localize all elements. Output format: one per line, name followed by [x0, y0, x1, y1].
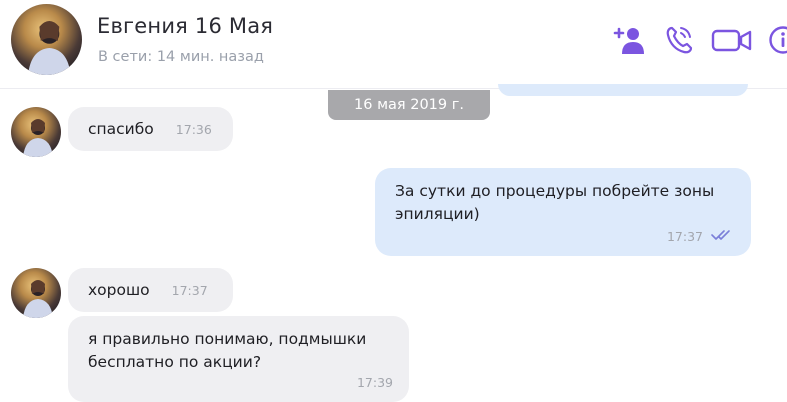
read-receipt-icon — [711, 225, 735, 248]
date-divider: 16 мая 2019 г. — [328, 90, 490, 120]
message-text: За сутки до процедуры побрейте зоны эпил… — [395, 182, 714, 223]
message-time: 17:36 — [176, 122, 212, 137]
message-time: 17:37 — [172, 283, 208, 298]
message-text: хорошо — [88, 281, 150, 299]
contact-name[interactable]: Евгения 16 Мая — [97, 14, 273, 38]
previous-message-bubble — [498, 84, 748, 96]
info-icon[interactable] — [768, 24, 787, 56]
message-bubble[interactable]: За сутки до процедуры побрейте зоны эпил… — [375, 168, 751, 256]
message-text: спасибо — [88, 120, 154, 138]
phone-icon[interactable] — [664, 24, 694, 56]
online-status: В сети: 14 мин. назад — [98, 49, 264, 65]
message-bubble[interactable]: хорошо 17:37 — [68, 268, 233, 312]
message-time: 17:37 — [667, 225, 703, 248]
message-bubble[interactable]: я правильно понимаю, подмышки бесплатно … — [68, 316, 409, 402]
message-meta: 17:37 — [667, 225, 735, 248]
sender-avatar[interactable] — [11, 268, 61, 318]
chat-header: Евгения 16 Мая В сети: 14 мин. назад — [0, 0, 787, 89]
video-icon[interactable] — [711, 24, 753, 56]
message-time: 17:39 — [357, 371, 393, 394]
message-meta: 17:39 — [357, 371, 393, 394]
message-text: я правильно понимаю, подмышки бесплатно … — [88, 330, 366, 371]
contact-avatar[interactable] — [11, 4, 82, 75]
sender-avatar[interactable] — [11, 107, 61, 157]
add-contact-icon[interactable] — [612, 24, 648, 56]
message-bubble[interactable]: спасибо 17:36 — [68, 107, 233, 151]
